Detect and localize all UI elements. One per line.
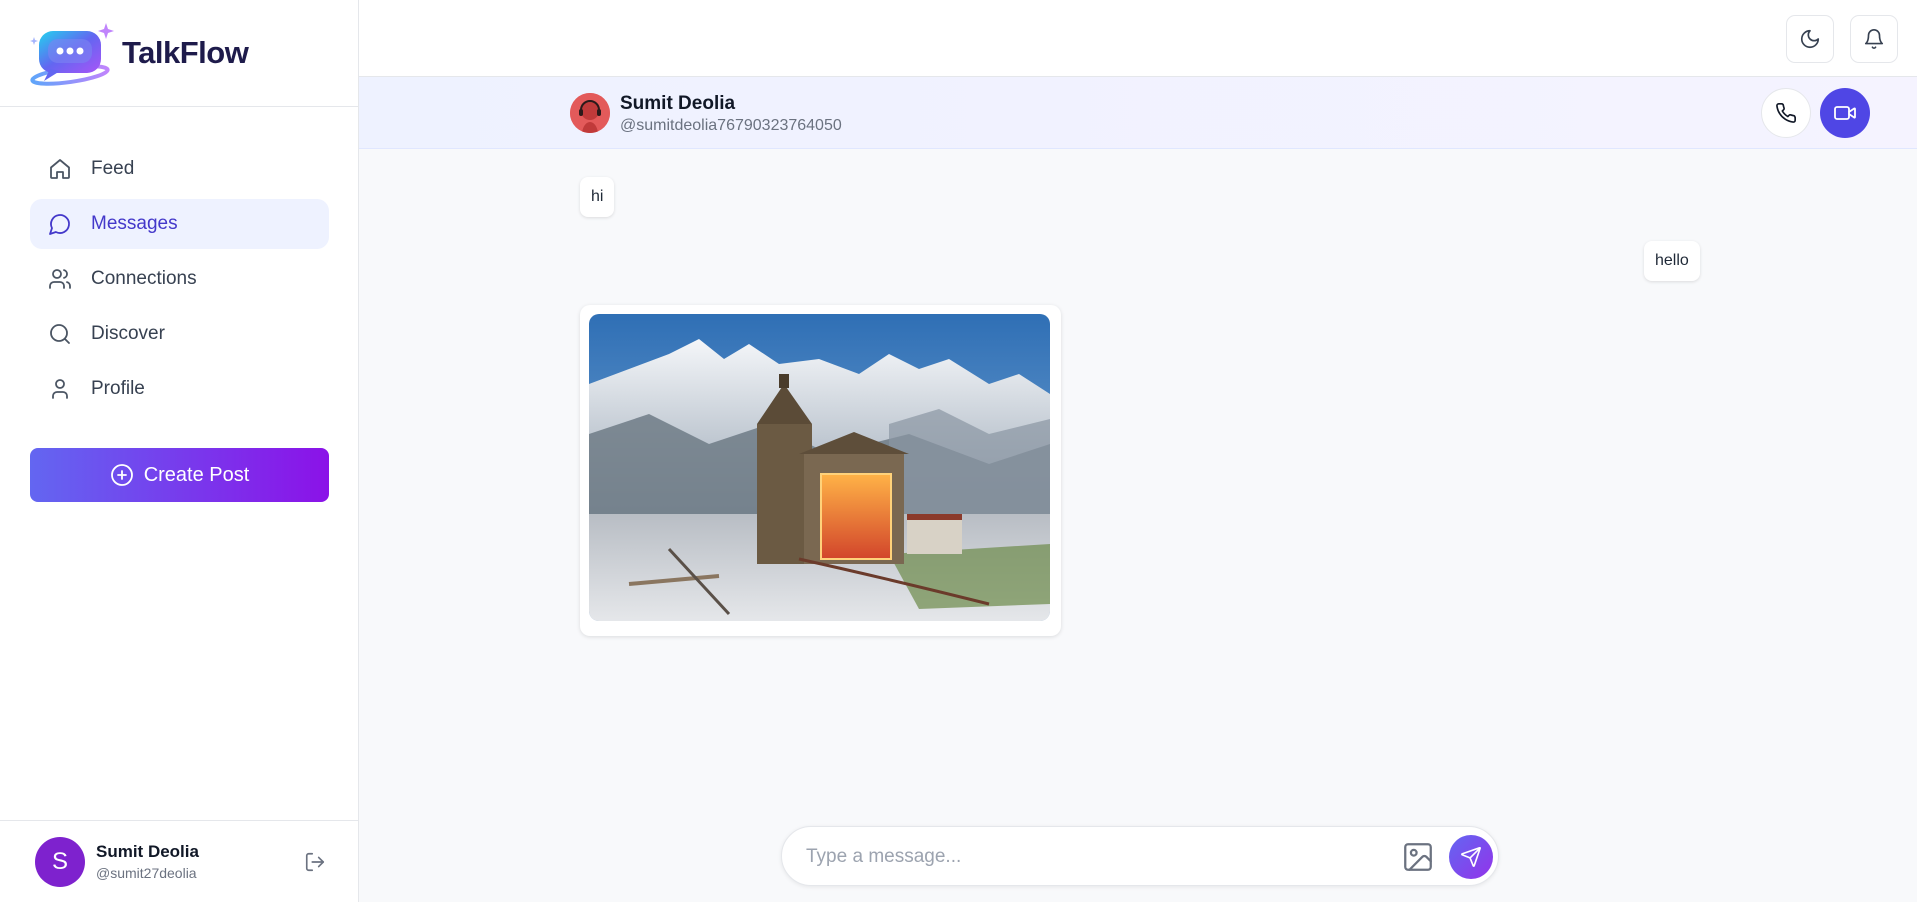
nav-item-feed[interactable]: Feed <box>30 144 329 194</box>
avatar[interactable]: S <box>35 836 85 887</box>
voice-call-button[interactable] <box>1761 88 1811 138</box>
nav-item-label: Connections <box>91 268 197 289</box>
logout-icon[interactable] <box>304 851 326 878</box>
notifications-button[interactable] <box>1850 15 1898 63</box>
user-info: Sumit Deolia @sumit27deolia <box>96 842 199 881</box>
create-post-button[interactable]: Create Post <box>30 448 329 502</box>
contact-handle: @sumitdeolia76790323764050 <box>620 117 842 134</box>
user-name: Sumit Deolia <box>96 842 199 861</box>
chat-header: Sumit Deolia @sumitdeolia76790323764050 <box>359 77 1917 149</box>
nav-item-profile[interactable]: Profile <box>30 364 329 414</box>
nav-item-label: Feed <box>91 158 135 179</box>
image-message[interactable] <box>580 305 1061 636</box>
user-handle: @sumit27deolia <box>96 865 197 881</box>
brand[interactable]: TalkFlow <box>0 0 358 107</box>
create-post-label: Create Post <box>143 463 250 486</box>
nav-item-messages[interactable]: Messages <box>30 199 329 249</box>
nav-item-discover[interactable]: Discover <box>30 309 329 359</box>
nav-item-connections[interactable]: Connections <box>30 254 329 304</box>
nav-item-label: Discover <box>91 323 165 344</box>
home-icon <box>47 156 73 182</box>
image-attach-icon[interactable] <box>1401 840 1435 879</box>
nav-item-label: Profile <box>91 378 145 399</box>
search-icon <box>47 321 73 347</box>
sidebar: TalkFlow Feed Messages Connections Disco… <box>0 0 359 902</box>
contact-avatar[interactable] <box>570 93 610 133</box>
moon-icon <box>1799 28 1821 50</box>
message-circle-icon <box>47 211 73 237</box>
users-icon <box>47 266 73 292</box>
send-button[interactable] <box>1449 835 1493 879</box>
mountain-temple-photo[interactable] <box>589 314 1050 621</box>
current-user-card: S Sumit Deolia @sumit27deolia <box>0 820 358 902</box>
contact-name: Sumit Deolia <box>620 93 736 114</box>
plus-circle-icon <box>110 463 134 487</box>
top-bar <box>359 0 1917 77</box>
send-icon <box>1460 846 1482 868</box>
theme-toggle-button[interactable] <box>1786 15 1834 63</box>
main-nav: Feed Messages Connections Discover Profi… <box>30 144 329 419</box>
bell-icon <box>1863 28 1885 50</box>
nav-item-label: Messages <box>91 213 178 234</box>
video-icon <box>1833 101 1857 125</box>
video-call-button[interactable] <box>1820 88 1870 138</box>
message-bubble-incoming: hi <box>580 177 615 217</box>
talkflow-logo-icon <box>26 17 120 89</box>
brand-name: TalkFlow <box>122 35 249 70</box>
message-composer <box>781 826 1499 886</box>
message-bubble-outgoing: hello <box>1644 241 1700 281</box>
phone-icon <box>1775 102 1797 124</box>
message-input[interactable] <box>806 841 1376 873</box>
user-icon <box>47 376 73 402</box>
